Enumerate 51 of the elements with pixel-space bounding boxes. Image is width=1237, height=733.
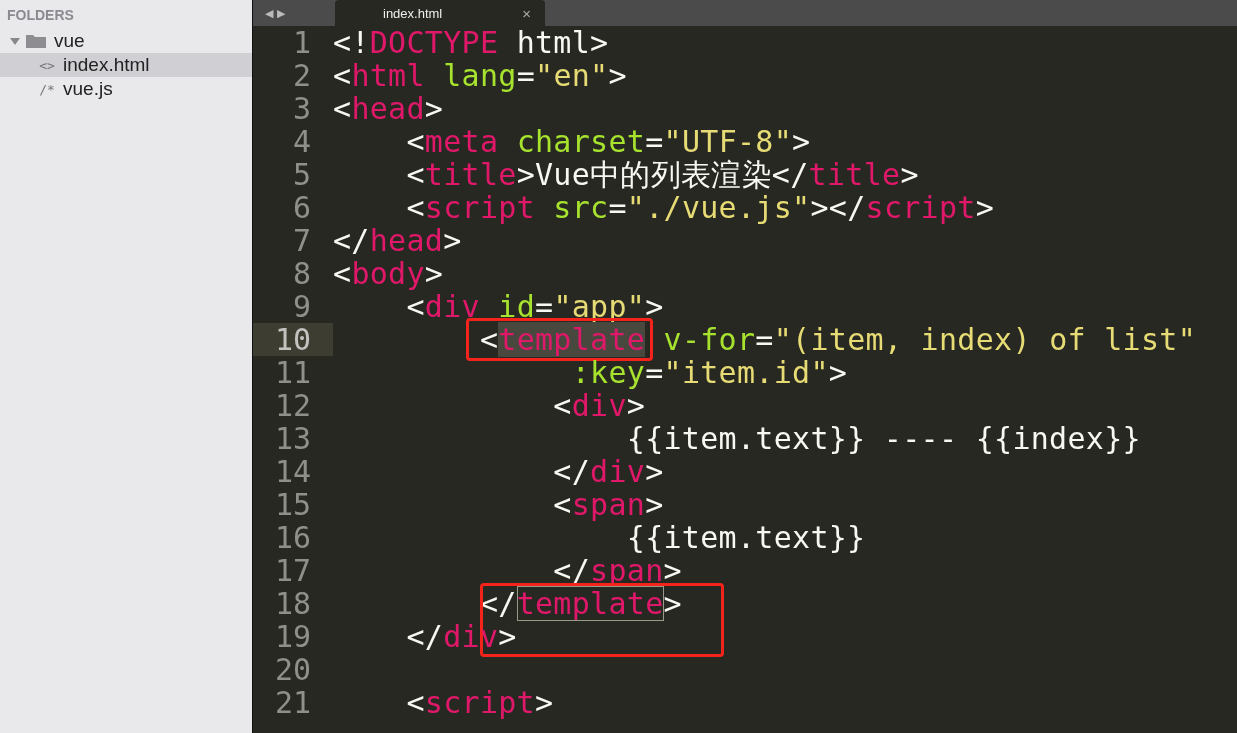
- code-line: <html lang="en">: [333, 59, 627, 92]
- line-number: 1: [291, 26, 312, 59]
- line-number: 4: [291, 125, 312, 158]
- line-number: 14: [273, 455, 312, 488]
- sidebar-header: FOLDERS: [6, 6, 74, 25]
- file-type-icon: /*: [36, 81, 58, 97]
- code-line: <div id="app">: [406, 290, 664, 323]
- code-line: </div>: [552, 455, 664, 488]
- line-number: 5: [291, 158, 312, 191]
- line-number: 6: [291, 191, 312, 224]
- file-item[interactable]: <> index.html: [0, 53, 252, 77]
- line-number: 11: [273, 356, 312, 389]
- line-number: 19: [273, 620, 312, 653]
- line-number: 15: [273, 488, 312, 521]
- forward-button[interactable]: ▶: [277, 6, 285, 20]
- code-line: <meta charset="UTF-8">: [405, 125, 811, 158]
- code-line: <!DOCTYPE html>: [333, 26, 609, 59]
- line-number: 12: [273, 389, 312, 422]
- code-line: </head>: [333, 224, 462, 257]
- code-line: <div>: [552, 389, 646, 422]
- code-line: <script>: [405, 686, 554, 719]
- code-line: :key="item.id">: [571, 356, 848, 389]
- line-number: 8: [291, 257, 312, 290]
- expanded-arrow-icon[interactable]: [10, 36, 20, 46]
- folder-item[interactable]: vue: [0, 29, 252, 53]
- code-line: <span>: [552, 488, 664, 521]
- line-number: 21: [273, 686, 312, 719]
- line-number: 20: [273, 653, 312, 686]
- line-number: 3: [291, 92, 312, 125]
- code-line: {{item.text}} ---- {{index}}: [625, 422, 1141, 455]
- file-tab[interactable]: index.html ×: [335, 0, 545, 26]
- line-number: 18: [273, 587, 312, 620]
- file-type-icon: <>: [36, 57, 58, 73]
- line-number: 7: [291, 224, 312, 257]
- code-line: <template v-for="(item, index) of list": [333, 323, 1197, 356]
- code-line: {{item.text}}: [626, 521, 866, 554]
- line-number: 10: [253, 323, 333, 356]
- back-button[interactable]: ◀: [265, 6, 273, 20]
- file-item[interactable]: /* vue.js: [0, 77, 252, 101]
- line-number: 9: [291, 290, 312, 323]
- code-line: <script src="./vue.js"></script>: [405, 191, 995, 224]
- line-number: 16: [273, 521, 312, 554]
- code-line: <body>: [333, 257, 444, 290]
- line-number: 13: [273, 422, 312, 455]
- line-number: 17: [273, 554, 312, 587]
- code-line: <head>: [333, 92, 444, 125]
- folder-icon: [26, 34, 46, 48]
- code-line: <title>Vue中的列表渲染</title>: [405, 158, 919, 191]
- code-line: </span>: [552, 554, 682, 587]
- line-number: 2: [291, 59, 312, 92]
- close-icon[interactable]: ×: [522, 4, 531, 22]
